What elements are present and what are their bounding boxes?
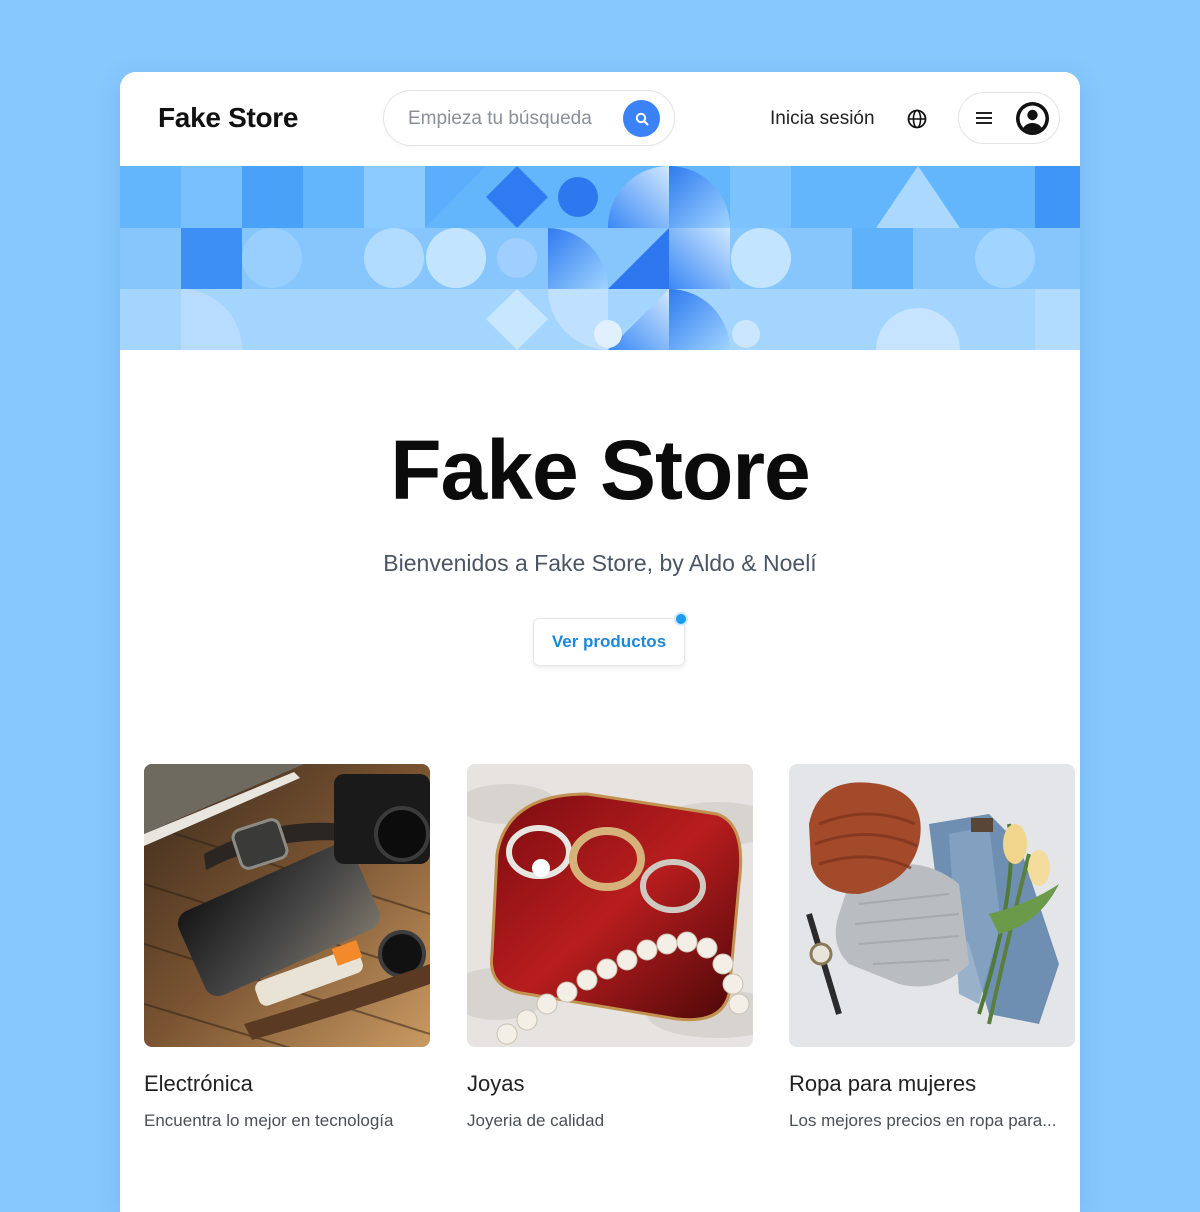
search-bar[interactable] bbox=[383, 90, 675, 146]
hero-title: Fake Store bbox=[390, 423, 811, 517]
search-icon bbox=[635, 112, 648, 125]
electronics-image[interactable] bbox=[144, 764, 430, 1047]
category-description: Encuentra lo mejor en tecnología bbox=[144, 1111, 394, 1130]
globe-icon[interactable] bbox=[906, 108, 928, 130]
site-header: Fake Store Inicia sesión bbox=[120, 72, 1080, 166]
category-title[interactable]: Joyas bbox=[467, 1071, 753, 1097]
view-products-button[interactable]: Ver productos bbox=[533, 618, 685, 666]
hero-banner bbox=[120, 166, 1080, 350]
search-button[interactable] bbox=[623, 100, 660, 137]
browser-window: Fake Store Inicia sesión bbox=[120, 72, 1080, 1212]
user-menu-button[interactable] bbox=[958, 92, 1060, 144]
notification-dot bbox=[674, 612, 688, 626]
site-logo[interactable]: Fake Store bbox=[158, 102, 298, 134]
category-card-electronics[interactable]: Electrónica Encuentra lo mejor en tecnol… bbox=[144, 764, 430, 1131]
category-title[interactable]: Electrónica bbox=[144, 1071, 430, 1097]
search-input[interactable] bbox=[406, 106, 610, 132]
jewelry-image[interactable] bbox=[467, 764, 753, 1047]
womens-clothing-image[interactable] bbox=[789, 764, 1075, 1047]
category-card-jewelry[interactable]: Joyas Joyeria de calidad bbox=[467, 764, 753, 1131]
menu-icon bbox=[976, 112, 992, 124]
category-description: Los mejores precios en ropa para... bbox=[789, 1111, 1057, 1130]
category-card-womens-clothing[interactable]: Ropa para mujeres Los mejores precios en… bbox=[789, 764, 1075, 1131]
user-avatar-icon bbox=[1016, 102, 1049, 135]
category-description: Joyeria de calidad bbox=[467, 1111, 605, 1130]
category-title[interactable]: Ropa para mujeres bbox=[789, 1071, 1075, 1097]
hero-subtitle: Bienvenidos a Fake Store, by Aldo & Noel… bbox=[383, 550, 817, 576]
login-link[interactable]: Inicia sesión bbox=[770, 108, 875, 130]
